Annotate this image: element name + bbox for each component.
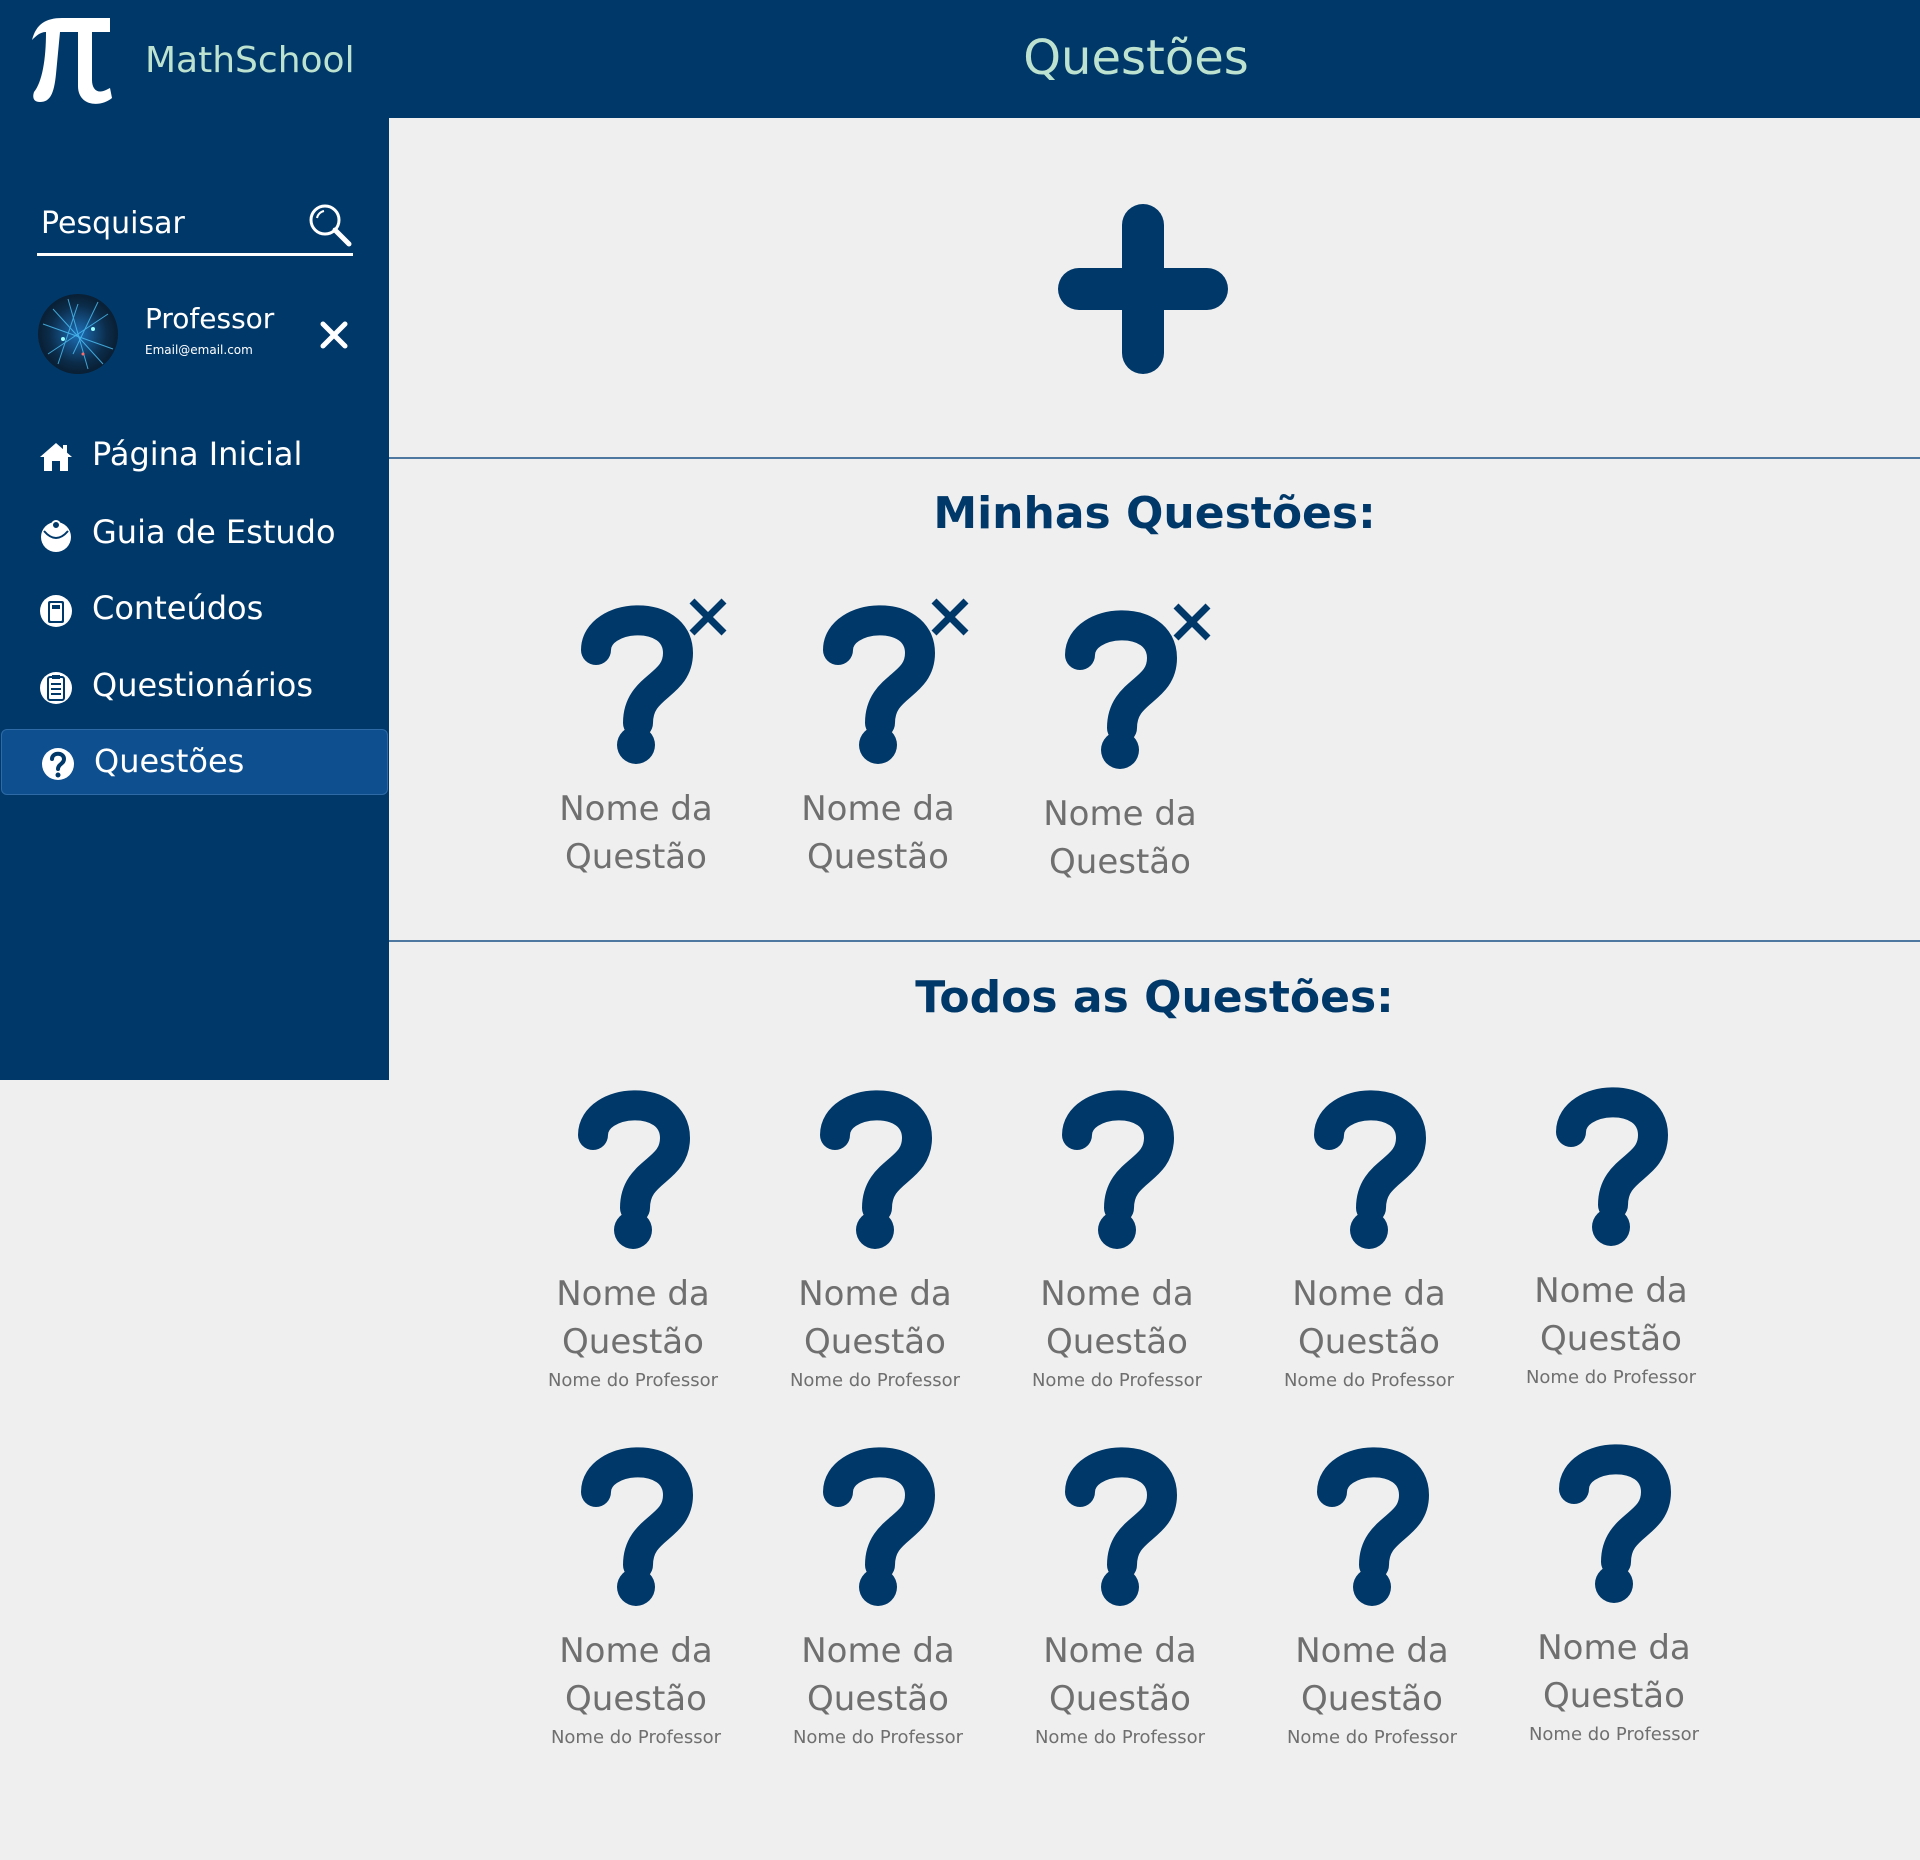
top-header: MathSchool Questões — [0, 0, 1920, 118]
professor-name: Nome do Professor — [550, 1727, 722, 1748]
question-card[interactable]: Nome da Questão Nome do Professor — [778, 1437, 978, 1748]
user-profile: Professor Email@email.com — [38, 294, 358, 374]
search-input[interactable] — [41, 198, 301, 248]
question-name: Nome da Questão — [798, 1274, 952, 1362]
question-card[interactable]: Nome da Questão Nome do Professor — [1272, 1437, 1472, 1748]
delete-icon[interactable] — [686, 595, 730, 639]
question-mark-icon — [823, 605, 936, 764]
question-name: Nome da Questão — [801, 1631, 955, 1719]
my-question-card[interactable]: Nome da Questão — [778, 595, 978, 877]
question-mark-icon — [581, 1447, 694, 1606]
question-name: Nome da Questão — [1043, 1631, 1197, 1719]
page-title: Questões — [1023, 30, 1249, 86]
question-card[interactable]: Nome da Questão Nome do Professor — [533, 1080, 733, 1391]
sidebar-item-questionarios[interactable]: Questionários — [0, 654, 389, 720]
professor-name: Nome do Professor — [1286, 1727, 1458, 1748]
question-name: Nome da Questão — [559, 1631, 713, 1719]
question-mark-icon — [1317, 1447, 1430, 1606]
my-questions-title: Minhas Questões: — [933, 488, 1376, 539]
question-name: Nome da Questão — [559, 789, 713, 877]
sidebar-item-label: Questionários — [92, 666, 314, 704]
my-question-card[interactable]: Nome da Questão — [536, 595, 736, 877]
book-icon — [40, 595, 72, 627]
sidebar-item-label: Conteúdos — [92, 589, 264, 627]
professor-name: Nome do Professor — [789, 1370, 961, 1391]
add-question-button[interactable] — [1058, 204, 1228, 374]
sidebar-item-pagina-inicial[interactable]: Página Inicial — [0, 423, 389, 489]
professor-name: Nome do Professor — [1283, 1370, 1455, 1391]
search-bar — [37, 198, 353, 256]
question-name: Nome da Questão — [1040, 1274, 1194, 1362]
section-divider — [389, 457, 1920, 459]
question-mark-icon — [823, 1447, 936, 1606]
delete-icon[interactable] — [1170, 600, 1214, 644]
clipboard-icon — [40, 672, 72, 704]
sidebar-item-questoes[interactable]: Questões — [1, 729, 388, 795]
question-card[interactable]: Nome da Questão Nome do Professor — [1511, 1077, 1711, 1388]
profile-name: Professor — [145, 302, 275, 335]
question-card[interactable]: Nome da Questão Nome do Professor — [775, 1080, 975, 1391]
question-name: Nome da Questão — [801, 789, 955, 877]
question-name: Nome da Questão — [556, 1274, 710, 1362]
question-mark-icon — [1065, 610, 1178, 769]
question-card[interactable]: Nome da Questão Nome do Professor — [1017, 1080, 1217, 1391]
professor-name: Nome do Professor — [1031, 1370, 1203, 1391]
question-name: Nome da Questão — [1295, 1631, 1449, 1719]
avatar[interactable] — [38, 294, 118, 374]
professor-name: Nome do Professor — [547, 1370, 719, 1391]
add-question-area — [389, 118, 1920, 458]
question-card[interactable]: Nome da Questão Nome do Professor — [1020, 1437, 1220, 1748]
question-card[interactable]: Nome da Questão Nome do Professor — [1269, 1080, 1469, 1391]
question-mark-icon — [1062, 1090, 1175, 1249]
sidebar-item-guia-de-estudo[interactable]: Guia de Estudo — [0, 501, 389, 567]
sidebar-item-label: Questões — [94, 742, 245, 780]
my-question-card[interactable]: Nome da Questão — [1020, 600, 1220, 882]
question-mark-icon — [1314, 1090, 1427, 1249]
question-card[interactable]: Nome da Questão Nome do Professor — [1514, 1434, 1714, 1745]
question-name: Nome da Questão — [1534, 1271, 1688, 1359]
sidebar-item-label: Página Inicial — [92, 435, 303, 473]
question-card[interactable]: Nome da Questão Nome do Professor — [536, 1437, 736, 1748]
question-mark-icon — [1065, 1447, 1178, 1606]
profile-email: Email@email.com — [145, 343, 253, 357]
sidebar-item-conteudos[interactable]: Conteúdos — [0, 577, 389, 643]
sidebar-item-label: Guia de Estudo — [92, 513, 336, 551]
professor-name: Nome do Professor — [1525, 1367, 1697, 1388]
professor-name: Nome do Professor — [792, 1727, 964, 1748]
question-name: Nome da Questão — [1537, 1628, 1691, 1716]
search-icon[interactable] — [307, 202, 353, 248]
close-icon[interactable] — [319, 320, 349, 350]
home-icon — [40, 443, 72, 471]
question-mark-icon — [581, 605, 694, 764]
question-name: Nome da Questão — [1292, 1274, 1446, 1362]
professor-name: Nome do Professor — [1034, 1727, 1206, 1748]
section-divider — [389, 940, 1920, 942]
question-mark-icon — [820, 1090, 933, 1249]
all-questions-title: Todos as Questões: — [915, 972, 1394, 1023]
question-mark-icon — [1556, 1087, 1669, 1246]
question-circle-icon — [42, 748, 74, 780]
question-mark-icon — [1559, 1444, 1672, 1603]
question-name: Nome da Questão — [1043, 794, 1197, 882]
compass-icon — [41, 520, 71, 552]
sidebar: Professor Email@email.com Página Inicial… — [0, 118, 389, 1080]
delete-icon[interactable] — [928, 595, 972, 639]
professor-name: Nome do Professor — [1528, 1724, 1700, 1745]
question-mark-icon — [578, 1090, 691, 1249]
